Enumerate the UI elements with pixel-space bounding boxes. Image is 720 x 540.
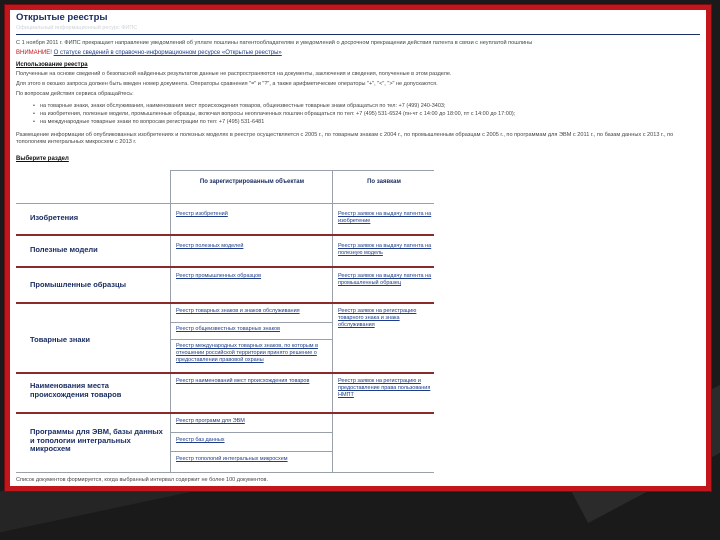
contact-bullet: на международные товарные знаки по вопро… bbox=[33, 119, 264, 126]
page-title: Открытые реестры bbox=[16, 12, 108, 23]
category-inventions: Изобретения bbox=[30, 213, 79, 222]
table-top-border bbox=[170, 170, 434, 171]
applications-link[interactable]: Реестр заявок на выдачу патента на полез… bbox=[338, 243, 432, 257]
warning-link[interactable]: О статусе сведений в справочно-информаци… bbox=[54, 50, 282, 56]
usage-line: Для этого в окошко запроса должен быть в… bbox=[16, 81, 438, 87]
row-divider bbox=[16, 372, 434, 374]
row-divider bbox=[16, 302, 434, 304]
registry-link[interactable]: Реестр изобретений bbox=[176, 211, 326, 218]
registry-link[interactable]: Реестр программ для ЭВМ bbox=[176, 418, 326, 425]
registry-link[interactable]: Реестр баз данных bbox=[176, 437, 326, 444]
sub-divider bbox=[170, 432, 332, 433]
column-divider bbox=[332, 170, 333, 473]
registry-page: Открытые реестры Официальный информацион… bbox=[10, 10, 706, 486]
title-divider bbox=[16, 34, 700, 35]
choose-section-heading: Выберите раздел bbox=[16, 156, 69, 162]
applications-link[interactable]: Реестр заявок на регистрацию товарного з… bbox=[338, 308, 432, 329]
registry-link[interactable]: Реестр топологий интегральных микросхем bbox=[176, 456, 326, 463]
category-trademarks: Товарные знаки bbox=[30, 335, 90, 344]
sub-divider bbox=[170, 339, 332, 340]
sub-divider bbox=[170, 451, 332, 452]
applications-link[interactable]: Реестр заявок на выдачу патента на промы… bbox=[338, 273, 432, 287]
warning-label: ВНИМАНИЕ! bbox=[16, 50, 52, 56]
notice-line: С 1 ноября 2011 г. ФИПС прекращает напра… bbox=[16, 40, 533, 46]
column-header-registered: По зарегистрированным объектам bbox=[199, 179, 305, 185]
registry-link[interactable]: Реестр полезных моделей bbox=[176, 243, 326, 250]
page-subtitle: Официальный информационный ресурс ФИПС bbox=[16, 25, 138, 31]
sub-divider bbox=[170, 322, 332, 323]
registry-link[interactable]: Реестр промышленных образцов bbox=[176, 273, 326, 280]
row-divider bbox=[16, 234, 434, 236]
footer-note: Список документов формируется, когда выб… bbox=[16, 477, 269, 483]
info-paragraph: Размещение информации об опубликованных … bbox=[16, 132, 674, 145]
category-software-databases-topologies: Программы для ЭВМ, базы данных и тополог… bbox=[30, 427, 163, 454]
column-header-applications: По заявкам bbox=[367, 179, 401, 185]
applications-link[interactable]: Реестр заявок на регистрацию и предостав… bbox=[338, 378, 432, 399]
usage-line: По вопросам действия сервиса обращайтесь… bbox=[16, 91, 134, 97]
category-industrial-designs: Промышленные образцы bbox=[30, 280, 127, 289]
contact-bullet: на товарные знаки, знаки обслуживания, н… bbox=[33, 103, 445, 110]
header-divider bbox=[16, 203, 434, 204]
registry-link[interactable]: Реестр общеизвестных товарных знаков bbox=[176, 326, 326, 333]
row-divider bbox=[16, 412, 434, 414]
applications-link[interactable]: Реестр заявок на выдачу патента на изобр… bbox=[338, 211, 432, 225]
registry-link[interactable]: Реестр наименований мест происхождения т… bbox=[176, 378, 326, 385]
row-divider bbox=[16, 266, 434, 268]
category-utility-models: Полезные модели bbox=[30, 245, 98, 254]
usage-heading: Использование реестра bbox=[16, 62, 88, 68]
registry-link[interactable]: Реестр международных товарных знаков, по… bbox=[176, 343, 326, 364]
registry-link[interactable]: Реестр товарных знаков и знаков обслужив… bbox=[176, 308, 326, 315]
category-appellations-of-origin: Наименования места происхождения товаров bbox=[30, 381, 122, 399]
warning-line: ВНИМАНИЕ! О статусе сведений в справочно… bbox=[16, 50, 282, 58]
contact-bullet: на изобретения, полезные модели, промышл… bbox=[33, 111, 515, 118]
table-bottom-border bbox=[16, 472, 434, 473]
usage-line: Полученные на основе сведений о безопасн… bbox=[16, 71, 452, 77]
slide-frame: Открытые реестры Официальный информацион… bbox=[4, 4, 712, 492]
